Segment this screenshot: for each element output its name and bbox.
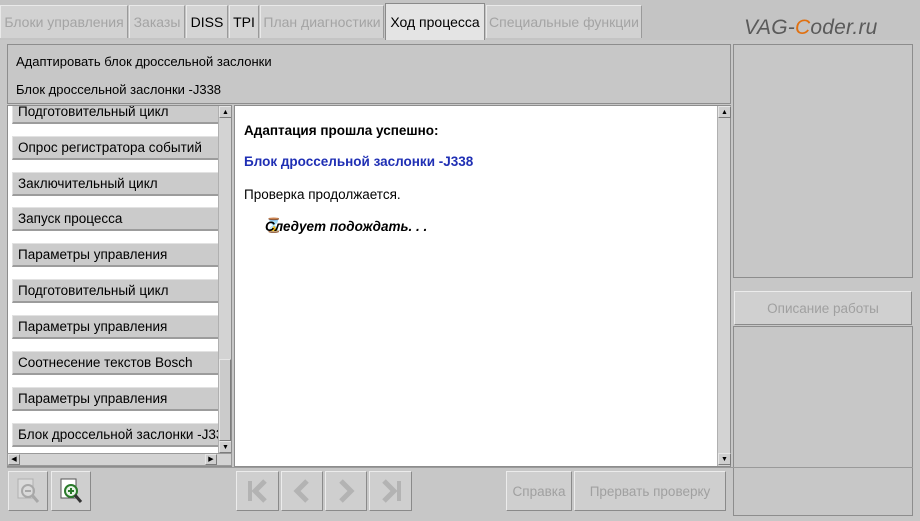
- procedure-subtitle: Блок дроссельной заслонки -J338: [16, 82, 222, 97]
- right-lower-panel: [733, 326, 913, 516]
- list-item[interactable]: Блок дроссельной заслонки -J338: [12, 423, 221, 447]
- tab-orders[interactable]: Заказы: [129, 5, 185, 38]
- list-item[interactable]: Опрос регистратора событий: [12, 136, 221, 160]
- previous-icon: [293, 479, 309, 503]
- step-list[interactable]: Подготовительный цикл Опрос регистратора…: [7, 105, 232, 467]
- scroll-left-arrow-icon[interactable]: ◀: [8, 454, 20, 465]
- procedure-header: Адаптировать блок дроссельной заслонки Б…: [7, 44, 731, 104]
- zoom-out-icon: [17, 478, 40, 503]
- brand-watermark: VAG-Coder.ru: [744, 16, 878, 39]
- scroll-up-arrow-icon[interactable]: ▲: [718, 106, 731, 118]
- list-item[interactable]: Соотнесение текстов Bosch: [12, 351, 221, 375]
- first-page-icon: [247, 479, 267, 503]
- content-vertical-scrollbar[interactable]: ▲ ▼: [717, 106, 731, 466]
- first-page-button[interactable]: [236, 471, 279, 511]
- work-description-button[interactable]: Описание работы: [734, 291, 912, 325]
- tab-diagnostic-plan[interactable]: План диагностики: [260, 5, 384, 38]
- next-button[interactable]: [325, 471, 367, 511]
- help-button[interactable]: Справка: [506, 471, 572, 511]
- list-item[interactable]: Параметры управления: [12, 315, 221, 339]
- tab-control-units[interactable]: Блоки управления: [0, 5, 128, 38]
- control-unit-name: Блок дроссельной заслонки -J338: [244, 154, 474, 169]
- tab-tpi[interactable]: TPI: [229, 5, 259, 38]
- list-horizontal-scrollbar[interactable]: ◀ ▶: [7, 453, 232, 466]
- next-icon: [339, 479, 355, 503]
- tab-diss[interactable]: DISS: [186, 5, 228, 38]
- last-page-icon: [381, 479, 401, 503]
- abort-check-button[interactable]: Прервать проверку: [574, 471, 726, 511]
- list-item[interactable]: Параметры управления: [12, 387, 221, 411]
- process-output-pane: Адаптация прошла успешно: Блок дроссельн…: [234, 105, 731, 467]
- tab-process-progress[interactable]: Ход процесса: [385, 3, 485, 40]
- zoom-out-button[interactable]: [8, 471, 48, 511]
- checking-status-text: Проверка продолжается.: [244, 187, 401, 202]
- zoom-in-icon: [60, 478, 83, 503]
- last-page-button[interactable]: [369, 471, 412, 511]
- right-info-panel: [733, 44, 913, 278]
- list-item[interactable]: Подготовительный цикл: [12, 106, 221, 124]
- list-vertical-scrollbar[interactable]: ▲ ▼: [218, 106, 231, 454]
- wait-message: Следует подождать. . .: [265, 219, 428, 234]
- tab-special-functions[interactable]: Специальные функции: [486, 5, 642, 38]
- scroll-up-arrow-icon[interactable]: ▲: [219, 106, 231, 118]
- list-item[interactable]: Параметры управления: [12, 243, 221, 267]
- bottom-separator: [7, 467, 913, 468]
- procedure-title: Адаптировать блок дроссельной заслонки: [16, 54, 272, 69]
- scroll-down-arrow-icon[interactable]: ▼: [718, 453, 731, 465]
- scroll-down-arrow-icon[interactable]: ▼: [219, 441, 231, 453]
- adaptation-status-text: Адаптация прошла успешно:: [244, 123, 439, 138]
- zoom-in-button[interactable]: [51, 471, 91, 511]
- previous-button[interactable]: [281, 471, 323, 511]
- scroll-right-arrow-icon[interactable]: ▶: [205, 454, 217, 465]
- list-scroll-thumb[interactable]: [219, 359, 231, 441]
- list-item[interactable]: Запуск процесса: [12, 207, 221, 231]
- list-item[interactable]: Подготовительный цикл: [12, 279, 221, 303]
- list-item[interactable]: Заключительный цикл: [12, 172, 221, 196]
